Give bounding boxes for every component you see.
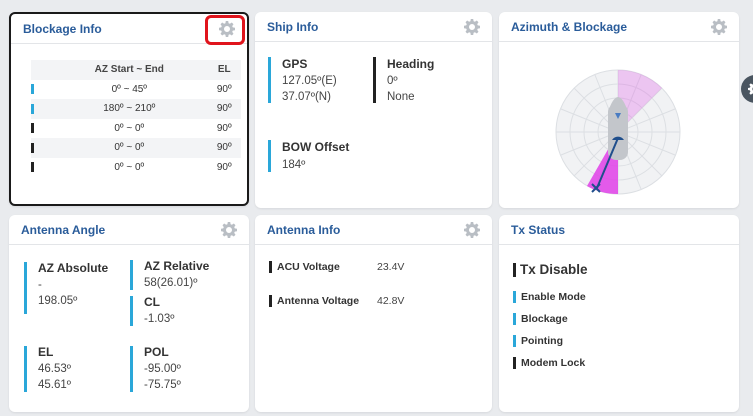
pol-indicator [130, 346, 133, 392]
az-relative-value: 58(26.01)º [144, 277, 198, 289]
heading-indicator [373, 57, 376, 103]
status-indicator [31, 162, 34, 173]
pol-value-secondary: -75.75º [144, 379, 181, 391]
antenna-voltage-value: 42.8V [377, 295, 405, 307]
ship-info-card: Ship Info GPS 127.05º(E) 37.07º(N) Headi… [255, 12, 492, 208]
gps-longitude: 127.05º(E) [282, 75, 337, 87]
heading-source: None [387, 91, 415, 103]
el-label: EL [38, 345, 54, 359]
tx-state-label: Tx Disable [520, 262, 588, 277]
antenna-voltage-label: Antenna Voltage [277, 295, 360, 307]
antenna-voltage-indicator [269, 295, 272, 307]
ship-info-title: Ship Info [267, 19, 319, 34]
blockage-table: AZ Start ~ End EL 0º ~ 45º 90º 180º ~ 21… [31, 60, 241, 177]
settings-panel-toggle-icon[interactable] [741, 75, 753, 103]
az-absolute-dash: - [38, 279, 42, 291]
antenna-angle-card: Antenna Angle AZ Absolute - 198.05º AZ R… [9, 215, 249, 412]
blockage-info-title: Blockage Info [23, 21, 102, 36]
antenna-info-title: Antenna Info [267, 222, 341, 237]
status-indicator [31, 84, 34, 95]
pol-label: POL [144, 345, 169, 359]
ship-icon [608, 104, 628, 160]
table-row: 0º ~ 0º 90º [31, 119, 241, 139]
status-indicator [31, 103, 34, 114]
gear-icon[interactable] [711, 19, 727, 35]
gear-icon[interactable] [221, 222, 237, 238]
el-value-primary: 46.53º [38, 363, 71, 375]
pointing-indicator [513, 335, 516, 347]
antenna-info-card: Antenna Info ACU Voltage 23.4V Antenna V… [255, 215, 492, 412]
gear-icon[interactable] [464, 19, 480, 35]
el-cell: 90º [216, 103, 232, 115]
az-range-cell: 0º ~ 0º [114, 142, 145, 154]
bow-offset-value: 184º [282, 159, 306, 171]
el-cell: 90º [216, 142, 232, 154]
azimuth-blockage-title: Azimuth & Blockage [511, 19, 628, 34]
modem-lock-indicator [513, 357, 516, 369]
table-row: 0º ~ 45º 90º [31, 80, 241, 100]
az-range-cell: 0º ~ 0º [114, 161, 145, 173]
el-cell: 90º [216, 83, 232, 95]
gear-icon[interactable] [464, 222, 480, 238]
enable-mode-indicator [513, 291, 516, 303]
az-range-cell: 0º ~ 45º [111, 83, 147, 95]
table-row: 180º ~ 210º 90º [31, 99, 241, 119]
antenna-angle-title: Antenna Angle [21, 222, 106, 237]
ship-info-header: Ship Info [255, 12, 492, 42]
bow-offset-label: BOW Offset [282, 140, 350, 154]
acu-voltage-label: ACU Voltage [277, 261, 340, 273]
cl-indicator [130, 296, 133, 326]
antenna-info-header: Antenna Info [255, 215, 492, 245]
status-indicator [31, 123, 34, 134]
tx-status-header: Tx Status [499, 215, 739, 245]
status-indicator [31, 142, 34, 153]
cl-value: -1.03º [144, 313, 175, 325]
acu-voltage-value: 23.4V [377, 261, 405, 273]
cl-label: CL [144, 295, 160, 309]
column-header-az: AZ Start ~ End [94, 64, 164, 76]
az-absolute-value: 198.05º [38, 295, 78, 307]
blockage-label: Blockage [521, 313, 568, 325]
az-relative-indicator [130, 260, 133, 290]
az-relative-label: AZ Relative [144, 259, 210, 273]
az-range-cell: 180º ~ 210º [103, 103, 156, 115]
el-cell: 90º [216, 122, 232, 134]
el-cell: 90º [216, 161, 232, 173]
acu-voltage-indicator [269, 261, 272, 273]
blockage-info-header: Blockage Info [11, 14, 247, 45]
azimuth-blockage-header: Azimuth & Blockage [499, 12, 739, 42]
el-value-secondary: 45.61º [38, 379, 71, 391]
bow-offset-indicator [268, 140, 271, 172]
gps-label: GPS [282, 57, 308, 71]
heading-value: 0º [387, 75, 398, 87]
el-indicator [24, 346, 27, 392]
az-absolute-label: AZ Absolute [38, 261, 109, 275]
pol-value-primary: -95.00º [144, 363, 181, 375]
column-header-el: EL [217, 64, 231, 76]
antenna-angle-header: Antenna Angle [9, 215, 249, 245]
tx-status-title: Tx Status [511, 222, 566, 237]
gear-icon[interactable] [219, 21, 235, 37]
az-range-cell: 0º ~ 0º [114, 122, 145, 134]
azimuth-polar-chart [555, 69, 681, 195]
enable-mode-label: Enable Mode [521, 291, 586, 303]
table-row: 0º ~ 0º 90º [31, 158, 241, 178]
blockage-indicator [513, 313, 516, 325]
gps-latitude: 37.07º(N) [282, 91, 331, 103]
pointing-label: Pointing [521, 335, 563, 347]
gps-indicator [268, 57, 271, 103]
azimuth-blockage-card: Azimuth & Blockage [499, 12, 739, 208]
tx-status-card: Tx Status Tx Disable Enable Mode Blockag… [499, 215, 739, 412]
blockage-info-card: Blockage Info AZ Start ~ End EL 0º ~ 45º… [9, 12, 249, 206]
modem-lock-label: Modem Lock [521, 357, 586, 369]
table-row: 0º ~ 0º 90º [31, 138, 241, 158]
tx-state-indicator [513, 263, 516, 277]
table-header: AZ Start ~ End EL [31, 60, 241, 80]
heading-label: Heading [387, 57, 435, 71]
az-absolute-indicator [24, 262, 27, 314]
